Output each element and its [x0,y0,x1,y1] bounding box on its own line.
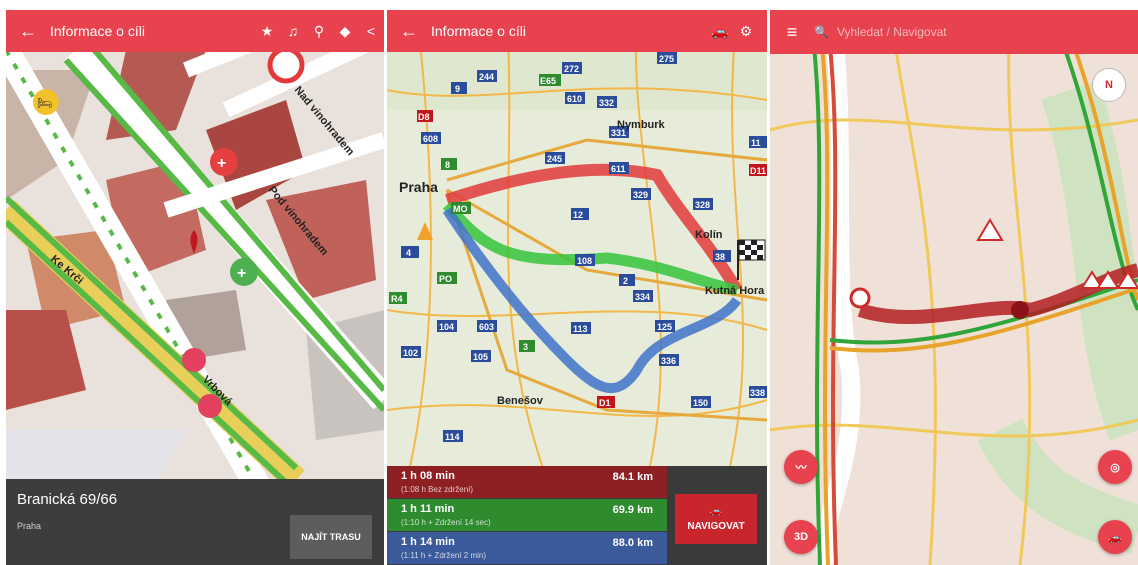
car-icon-3: 🚗 [1108,531,1122,544]
address-card: Branická 69/66 Praha NAJÍT TRASU [6,479,384,565]
back-arrow-icon[interactable]: ← [6,21,50,42]
svg-text:102: 102 [403,348,418,358]
svg-text:338: 338 [750,388,765,398]
route-distance: 84.1 km [612,471,653,483]
route-distance: 88.0 km [612,537,653,549]
svg-text:8: 8 [445,160,450,170]
person-pin-icon[interactable]: ⚲ [306,23,332,40]
svg-text:334: 334 [635,292,650,302]
svg-text:108: 108 [577,256,592,266]
route-detail: (1:11 h + Zdržení 2 min) [401,551,486,560]
car-icon[interactable]: 🚗 [707,23,733,40]
chart-line-icon: 〰 [795,462,807,474]
traffic-map-panel: ≡ 🔍 Vyhledat / Navigovat N 〰 3D ◎ 🚗 [770,10,1138,565]
svg-text:9: 9 [455,84,460,94]
svg-text:D1: D1 [599,398,611,408]
svg-text:12: 12 [573,210,583,220]
search-placeholder[interactable]: Vyhledat / Navigovat [837,25,947,39]
svg-text:2: 2 [623,276,628,286]
top-app-bar-2: ← Informace o cíli 🚗 ⚙ [387,10,767,52]
share-icon[interactable]: < [358,23,384,39]
svg-text:336: 336 [661,356,676,366]
compass-icon[interactable]: N [1092,68,1126,102]
place-kolin: Kolín [695,229,723,241]
route-option-3[interactable]: 1 h 14 min (1:11 h + Zdržení 2 min) 88.0… [387,532,667,564]
my-location-button[interactable]: ◎ [1098,450,1132,484]
top-app-bar: ← Informace o cíli ★ ♫ ⚲ ◆ < [6,10,384,52]
svg-text:E65: E65 [540,76,556,86]
svg-text:D11: D11 [750,166,766,176]
svg-text:+: + [217,155,226,172]
gear-icon[interactable]: ⚙ [733,23,759,40]
svg-text:611: 611 [611,164,626,174]
address-text: Branická 69/66 [17,491,118,508]
find-route-button[interactable]: NAJÍT TRASU [290,515,372,559]
directions-icon[interactable]: ◆ [332,23,358,40]
svg-text:🛏: 🛏 [37,96,52,110]
svg-text:332: 332 [599,98,614,108]
bus-stop-icon[interactable] [182,348,206,372]
svg-text:MO: MO [453,204,468,214]
page-title: Informace o cíli [50,23,145,39]
no-entry-sign-icon [267,46,305,84]
back-arrow-icon-2[interactable]: ← [387,21,431,42]
svg-text:245: 245 [547,154,562,164]
svg-text:3: 3 [523,342,528,352]
route-option-2[interactable]: 1 h 11 min (1:10 h + Zdržení 14 sec) 69.… [387,499,667,531]
svg-text:150: 150 [693,398,708,408]
svg-text:328: 328 [695,200,710,210]
svg-text:610: 610 [567,94,582,104]
route-options-panel: 244 272 275 9 E65 610 332 D8 608 331 8 2… [387,10,767,565]
hamburger-menu-icon[interactable]: ≡ [770,22,814,43]
svg-text:D8: D8 [418,112,430,122]
svg-text:R4: R4 [391,294,403,304]
svg-text:104: 104 [439,322,454,332]
car-mode-button[interactable]: 🚗 [1098,520,1132,554]
svg-text:+: + [237,265,246,282]
svg-text:272: 272 [564,64,579,74]
current-location-marker-icon [849,287,871,309]
svg-text:38: 38 [715,252,725,262]
route-detail: (1:10 h + Zdržení 14 sec) [401,518,491,527]
city-text: Praha [17,521,42,531]
traffic-map[interactable] [770,10,1138,565]
navigate-button[interactable]: 🚗 NAVIGOVAT [675,494,757,544]
svg-text:PO: PO [439,274,452,284]
target-icon: ◎ [1110,461,1120,474]
route-option-1[interactable]: 1 h 08 min (1:08 h Bez zdržení) 84.1 km [387,466,667,498]
place-kutna-hora: Kutná Hora [705,285,765,297]
svg-text:113: 113 [573,324,588,334]
svg-text:125: 125 [657,322,672,332]
3d-label: 3D [793,531,809,543]
elevation-chart-button[interactable]: 〰 [784,450,818,484]
svg-text:275: 275 [659,54,674,64]
route-detail: (1:08 h Bez zdržení) [401,485,474,494]
3d-button[interactable]: 3D [784,520,818,554]
svg-text:114: 114 [445,432,460,442]
search-icon: 🔍 [814,25,829,39]
music-icon[interactable]: ♫ [280,23,306,39]
navigate-label: NAVIGOVAT [687,521,745,532]
svg-text:105: 105 [473,352,488,362]
place-nymburk: Nymburk [617,119,666,131]
place-benesov: Benešov [497,395,544,407]
place-praha: Praha [399,179,438,195]
svg-text:603: 603 [479,322,494,332]
route-distance: 69.9 km [612,504,653,516]
destination-info-panel: 🛏 + + Nad vinohradem Pod vinohradem Ke K… [6,10,384,565]
svg-text:4: 4 [406,248,411,258]
page-title-2: Informace o cíli [431,23,526,39]
search-bar[interactable]: ≡ 🔍 Vyhledat / Navigovat [770,10,1138,54]
route-list: 1 h 08 min (1:08 h Bez zdržení) 84.1 km … [387,466,767,565]
car-icon-2: 🚗 [709,506,723,517]
svg-text:11: 11 [751,138,761,148]
svg-text:329: 329 [633,190,648,200]
svg-text:608: 608 [423,134,438,144]
svg-text:244: 244 [479,72,494,82]
favorite-star-icon[interactable]: ★ [254,23,280,40]
compass-north-label: N [1105,79,1113,91]
